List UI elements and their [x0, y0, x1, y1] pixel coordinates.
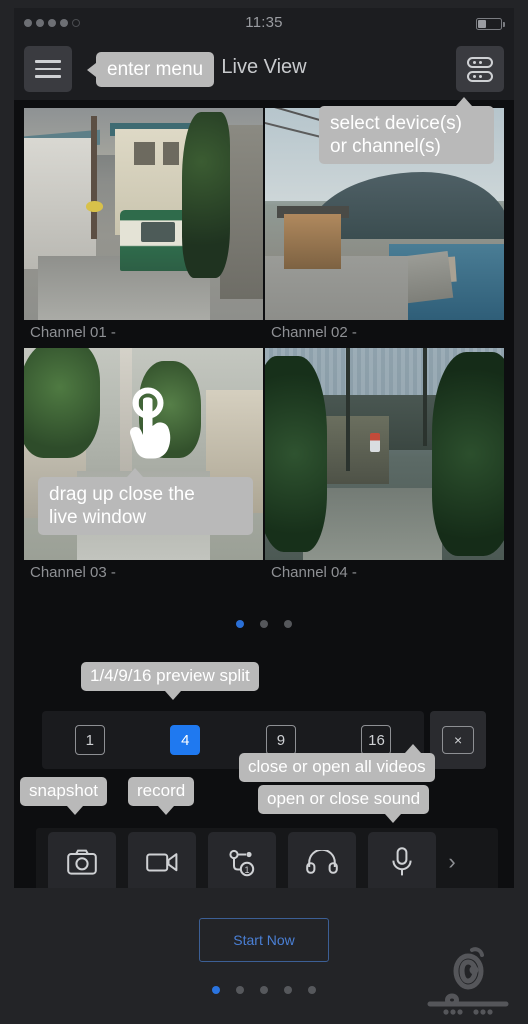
- tooltip-snapshot: snapshot: [20, 777, 107, 815]
- status-bar: 11:35: [14, 8, 514, 38]
- close-all-videos-button[interactable]: ×: [430, 711, 486, 769]
- onboarding-pager-dot[interactable]: [260, 986, 268, 994]
- talk-button[interactable]: [368, 832, 436, 888]
- tooltip-enter-menu: enter menu: [86, 52, 215, 88]
- tooltip-sound: open or close sound: [258, 785, 430, 823]
- record-button[interactable]: [128, 832, 196, 888]
- close-icon: ×: [442, 726, 475, 754]
- onboarding-pager-dot[interactable]: [308, 986, 316, 994]
- tooltip-record: record: [128, 777, 195, 815]
- app-viewport: 11:35 Live View Channel 01 - Channel 02 …: [14, 8, 514, 888]
- video-tile-channel-04[interactable]: [265, 348, 504, 560]
- video-tile-channel-01[interactable]: [24, 108, 263, 320]
- snapshot-button[interactable]: [48, 832, 116, 888]
- svg-text:1: 1: [244, 865, 249, 875]
- video-stream-thumbnail: [24, 108, 263, 320]
- split-button-16[interactable]: 16: [361, 725, 392, 755]
- menu-button[interactable]: [24, 46, 72, 92]
- touch-hand-icon: [130, 387, 171, 459]
- headphone-icon: [306, 850, 338, 874]
- onboarding-pager-dot[interactable]: [236, 986, 244, 994]
- tooltip-select-device: select device(s) or channel(s): [319, 96, 494, 165]
- hamburger-icon: [35, 60, 61, 78]
- tooltip-close-all: close or open all videos: [239, 744, 435, 782]
- grid-pager-dot[interactable]: [236, 620, 244, 628]
- stream-branch-icon: 1: [229, 849, 255, 877]
- video-cell[interactable]: Channel 01 -: [24, 108, 263, 346]
- battery-icon: [476, 18, 505, 30]
- onboarding-pager-dot[interactable]: [284, 986, 292, 994]
- stream-quality-button[interactable]: 1: [208, 832, 276, 888]
- channel-label: Channel 03 -: [24, 560, 263, 586]
- bottom-toolbar: 1 ›: [36, 828, 498, 888]
- phone-frame: 11:35 Live View Channel 01 - Channel 02 …: [0, 0, 528, 1024]
- split-button-4[interactable]: 4: [170, 725, 201, 755]
- device-list-button[interactable]: [456, 46, 504, 92]
- video-cell[interactable]: Channel 03 -: [24, 348, 263, 586]
- video-camera-icon: [146, 853, 178, 872]
- tooltip-drag-up: drag up close the live window: [38, 467, 253, 536]
- video-stream-thumbnail: [265, 348, 504, 560]
- video-cell[interactable]: Channel 04 -: [265, 348, 504, 586]
- status-clock: 11:35: [245, 14, 283, 31]
- more-tools-chevron-icon[interactable]: ›: [442, 849, 462, 875]
- tooltip-preview-split: 1/4/9/16 preview split: [81, 662, 259, 700]
- brand-watermark-logo: [427, 947, 509, 1015]
- camera-icon: [67, 849, 97, 875]
- onboarding-pager-dot[interactable]: [212, 986, 220, 994]
- grid-pager-dot[interactable]: [284, 620, 292, 628]
- grid-pager[interactable]: [14, 620, 514, 628]
- split-button-9[interactable]: 9: [265, 725, 296, 755]
- device-list-icon: [467, 56, 493, 82]
- grid-pager-dot[interactable]: [260, 620, 268, 628]
- sound-button[interactable]: [288, 832, 356, 888]
- channel-label: Channel 01 -: [24, 320, 263, 346]
- split-button-1[interactable]: 1: [74, 725, 105, 755]
- start-now-button[interactable]: Start Now: [199, 918, 329, 962]
- channel-label: Channel 02 -: [265, 320, 504, 346]
- microphone-icon: [392, 847, 412, 876]
- channel-label: Channel 04 -: [265, 560, 504, 586]
